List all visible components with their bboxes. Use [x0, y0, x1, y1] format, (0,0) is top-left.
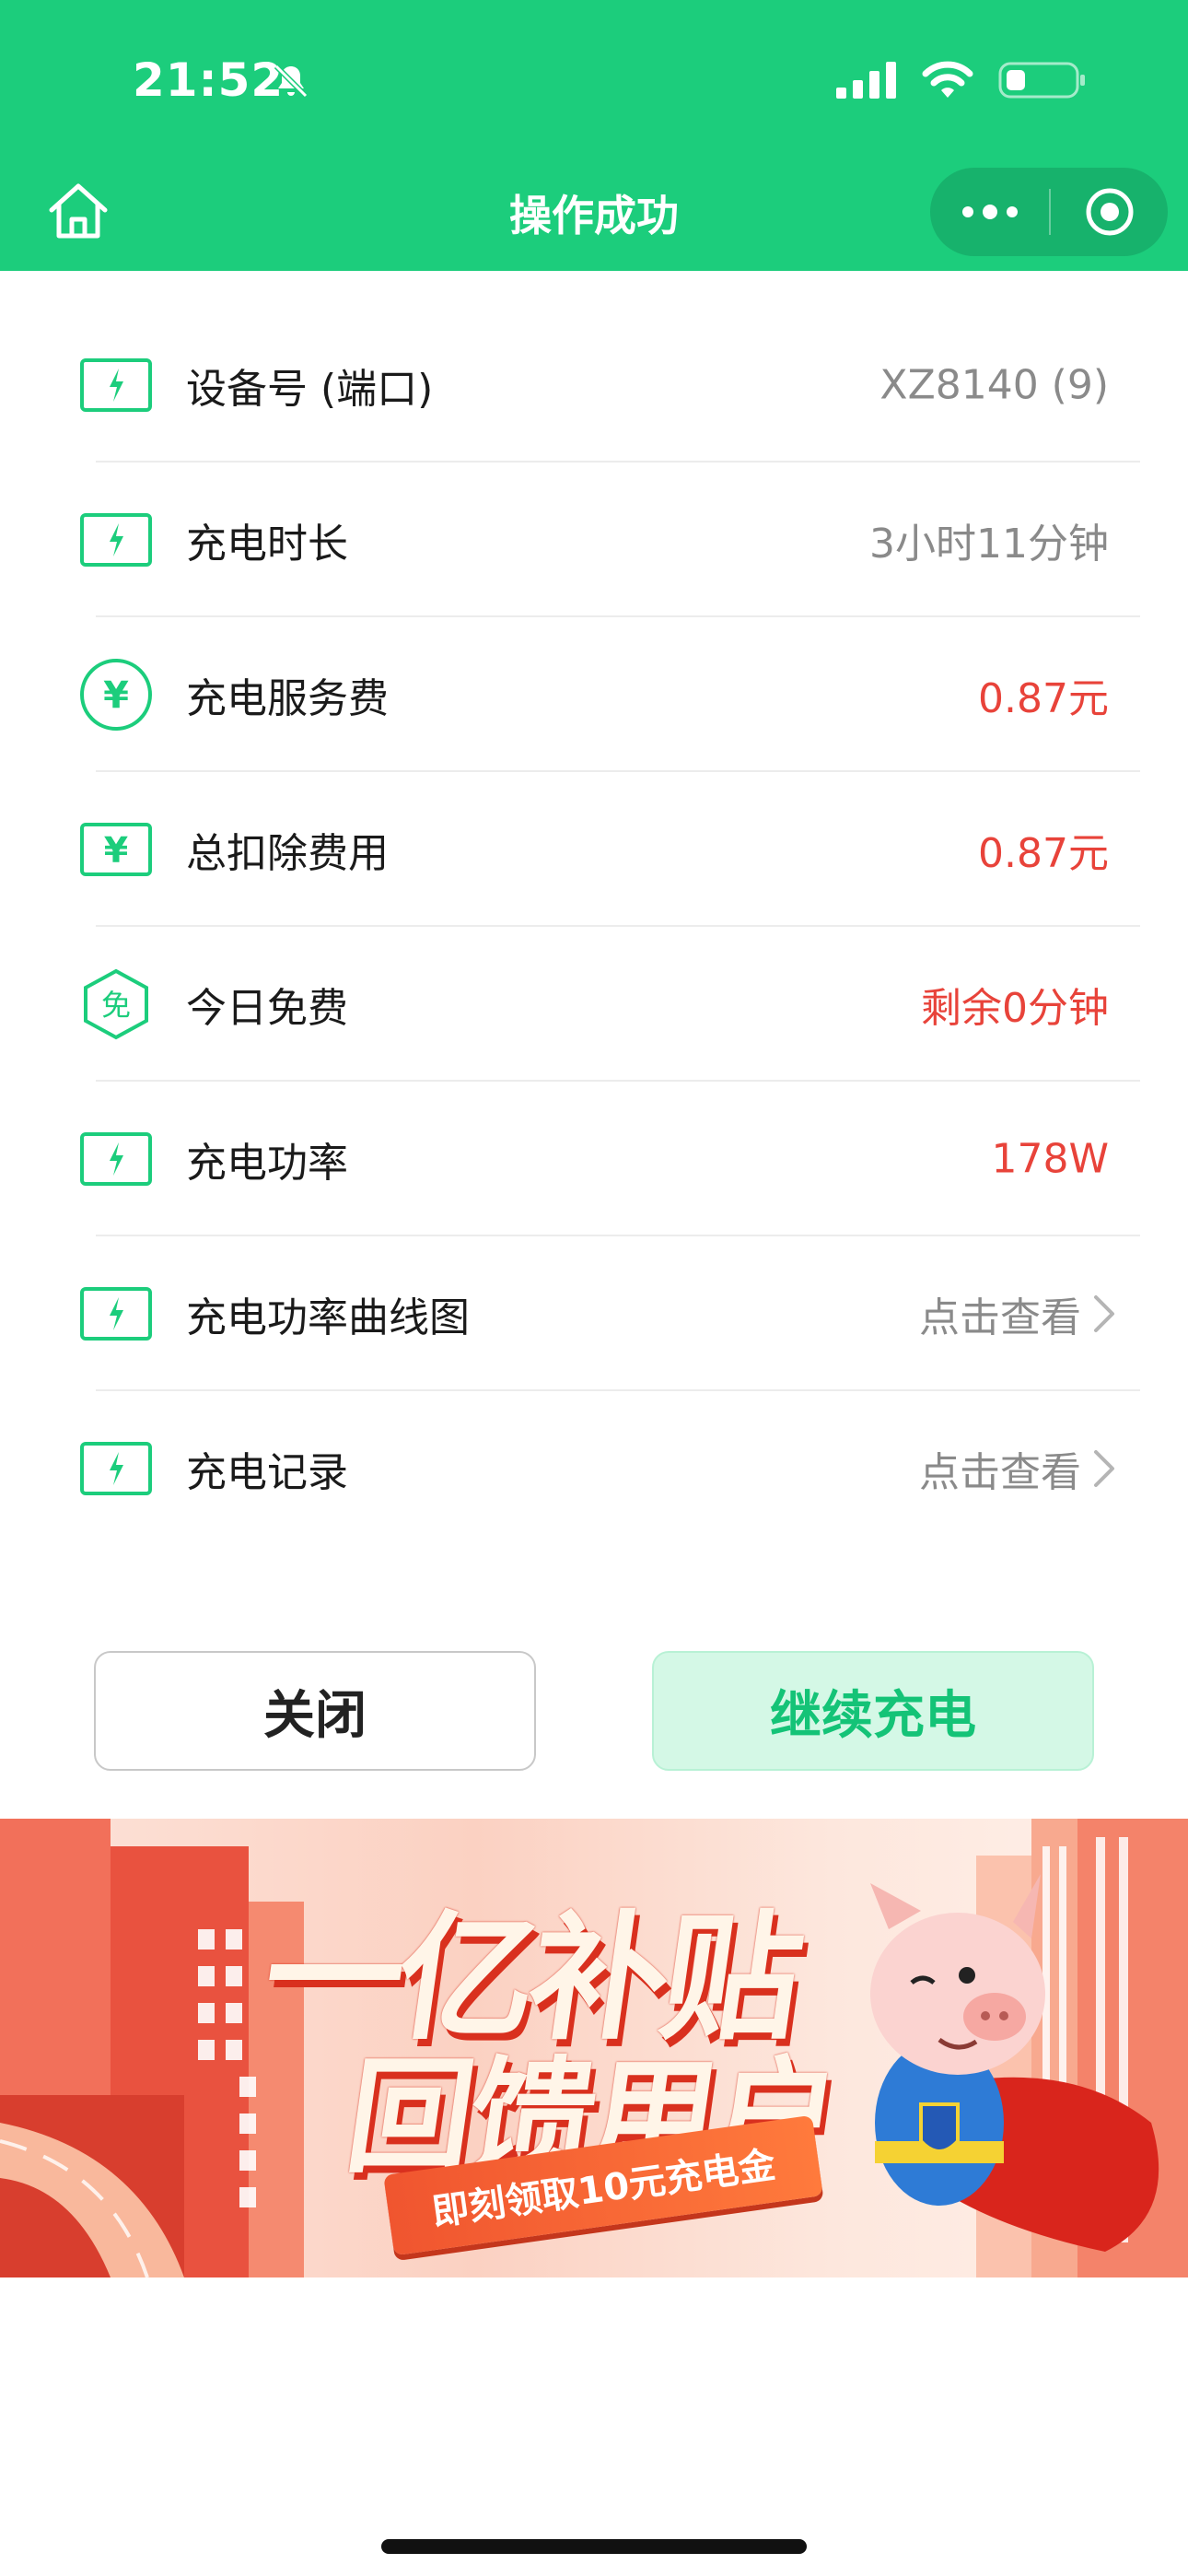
chevron-right-icon: [1094, 1295, 1114, 1332]
free-hexagon-icon: 免: [79, 967, 153, 1041]
row-label: 充电服务费: [186, 675, 389, 722]
exit-miniprogram-icon[interactable]: [1051, 168, 1168, 256]
row-label: 总扣除费用: [186, 830, 389, 877]
yen-square-icon: ¥: [79, 813, 153, 886]
close-button[interactable]: 关闭: [94, 1651, 536, 1771]
view-link[interactable]: 点击查看: [919, 1284, 1081, 1343]
bolt-square-icon: [79, 1432, 153, 1505]
row-label: 充电时长: [186, 521, 348, 568]
view-link[interactable]: 点击查看: [919, 1439, 1081, 1498]
row-value: 0.87元: [978, 675, 1109, 722]
bolt-square-icon: [79, 348, 153, 422]
row-total-deduction: ¥ 总扣除费用 0.87元: [0, 772, 1188, 927]
bolt-square-icon: [79, 1122, 153, 1196]
bell-muted-icon: [274, 64, 309, 99]
status-indicators: [836, 57, 1087, 103]
more-options-icon[interactable]: [930, 168, 1049, 256]
svg-text:免: 免: [101, 988, 131, 1023]
chevron-right-icon: [1094, 1450, 1114, 1487]
row-label: 设备号 (端口): [186, 366, 434, 413]
miniprogram-capsule: [930, 168, 1168, 256]
row-charging-power: 充电功率 178W: [0, 1082, 1188, 1236]
svg-text:¥: ¥: [103, 674, 129, 717]
row-value: 3小时11分钟: [869, 521, 1109, 568]
home-indicator[interactable]: [381, 2539, 807, 2554]
row-value: 178W: [991, 1135, 1110, 1183]
svg-text:¥: ¥: [104, 830, 128, 871]
bolt-square-icon: [79, 503, 153, 577]
bolt-square-icon: [79, 1277, 153, 1351]
cellular-signal-icon: [836, 62, 896, 99]
row-value: XZ8140 (9): [879, 361, 1109, 409]
row-service-fee: ¥ 充电服务费 0.87元: [0, 617, 1188, 772]
row-label: 充电记录: [186, 1449, 348, 1496]
row-charging-records[interactable]: 充电记录 点击查看: [0, 1391, 1188, 1546]
status-time: 21:52: [133, 53, 285, 107]
row-value: 0.87元: [978, 830, 1109, 877]
row-charging-duration: 充电时长 3小时11分钟: [0, 463, 1188, 617]
row-label: 充电功率曲线图: [186, 1294, 470, 1341]
top-header: 21:52 操作成功: [0, 0, 1188, 271]
row-label: 充电功率: [186, 1140, 348, 1187]
wifi-icon: [922, 61, 973, 98]
row-value: 剩余0分钟: [921, 985, 1109, 1032]
battery-icon: [998, 62, 1085, 99]
row-device-port: 设备号 (端口) XZ8140 (9): [0, 308, 1188, 463]
row-label: 今日免费: [186, 985, 348, 1032]
row-free-today: 免 今日免费 剩余0分钟: [0, 927, 1188, 1082]
yen-circle-icon: ¥: [79, 658, 153, 732]
continue-charging-button[interactable]: 继续充电: [652, 1651, 1094, 1771]
promo-banner[interactable]: 一亿补贴 回馈用户 即刻领取10元充电金: [0, 1819, 1188, 2277]
row-power-curve[interactable]: 充电功率曲线图 点击查看: [0, 1236, 1188, 1391]
